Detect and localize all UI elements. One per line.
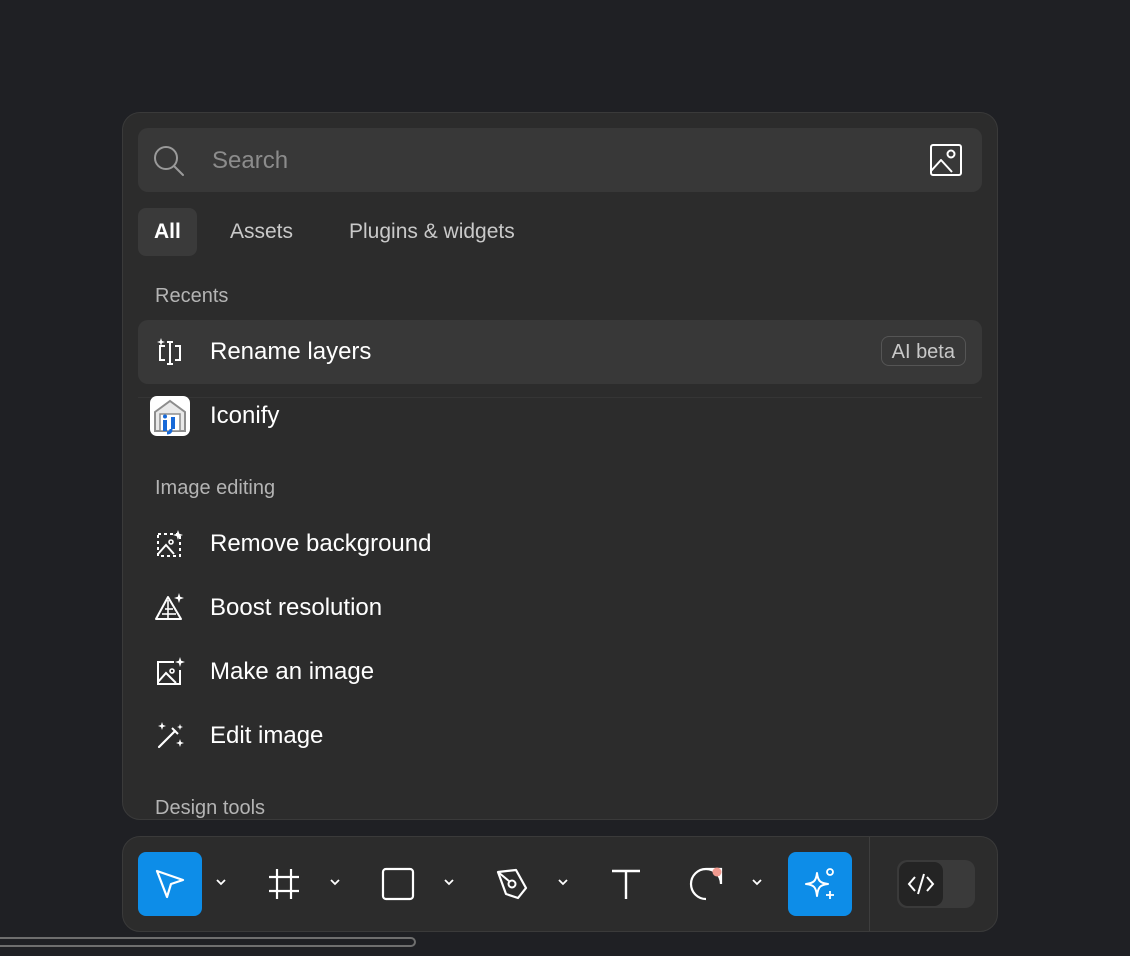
iconify-logo <box>150 396 190 436</box>
boost-resolution-icon <box>155 593 184 620</box>
bottom-toolbar <box>122 836 998 932</box>
actions-panel: All Assets Plugins & widgets Recents Ren… <box>122 112 998 820</box>
text-t-icon <box>612 869 640 899</box>
list-item-label: Iconify <box>210 402 280 429</box>
comment-bubble-icon <box>689 867 723 901</box>
pen-tool-button[interactable] <box>480 852 544 916</box>
tab-assets[interactable]: Assets <box>214 208 309 256</box>
text-tool-button[interactable] <box>594 852 658 916</box>
ai-beta-badge: AI beta <box>880 336 966 366</box>
move-tool-button[interactable] <box>138 852 202 916</box>
shape-tool-button[interactable] <box>366 852 430 916</box>
search-bar <box>138 128 982 192</box>
chevron-down-icon[interactable] <box>327 874 343 890</box>
rectangle-icon <box>381 867 415 901</box>
chevron-down-icon[interactable] <box>441 874 457 890</box>
chevron-down-icon[interactable] <box>749 874 765 890</box>
toolbar-divider <box>869 837 870 931</box>
horizontal-scrollbar[interactable] <box>0 937 416 947</box>
list-item-boost-resolution[interactable]: Boost resolution <box>138 576 982 640</box>
frame-tool-button[interactable] <box>252 852 316 916</box>
list-item-iconify[interactable]: Iconify <box>138 384 982 448</box>
dev-mode-toggle[interactable] <box>897 860 975 908</box>
toggle-knob <box>899 862 943 906</box>
search-input[interactable] <box>210 140 904 182</box>
list-item-label: Make an image <box>210 658 375 685</box>
list-item-label: Edit image <box>210 722 324 749</box>
remove-background-icon <box>157 530 183 557</box>
section-title-image-editing: Image editing <box>155 477 276 499</box>
list-item-remove-background[interactable]: Remove background <box>138 512 982 576</box>
code-brackets-icon <box>907 873 935 895</box>
chevron-down-icon[interactable] <box>213 874 229 890</box>
rename-layers-icon <box>157 338 181 365</box>
list-item-rename-layers[interactable]: Rename layers AI beta <box>138 320 982 384</box>
chevron-down-icon[interactable] <box>555 874 571 890</box>
notification-dot <box>712 867 722 877</box>
section-title-recents: Recents <box>155 285 229 307</box>
list-item-label: Rename layers <box>210 338 372 365</box>
comment-tool-button[interactable] <box>674 852 738 916</box>
list-item-make-an-image[interactable]: Make an image <box>138 640 982 704</box>
list-item-label: Remove background <box>210 530 432 557</box>
make-image-icon <box>157 657 185 685</box>
image-search-icon[interactable] <box>928 142 964 178</box>
section-title-design-tools: Design tools <box>155 797 266 819</box>
magic-wand-icon <box>157 722 184 749</box>
search-icon <box>154 146 184 176</box>
tab-all[interactable]: All <box>138 208 197 256</box>
list-item-label: Boost resolution <box>210 594 383 621</box>
ai-sparkle-icon <box>805 868 834 899</box>
frame-hash-icon <box>269 869 299 899</box>
list-item-edit-image[interactable]: Edit image <box>138 704 982 768</box>
pen-nib-icon <box>496 868 528 900</box>
tab-plugins-widgets[interactable]: Plugins & widgets <box>333 208 531 256</box>
actions-ai-button[interactable] <box>788 852 852 916</box>
cursor-arrow-icon <box>155 869 185 899</box>
